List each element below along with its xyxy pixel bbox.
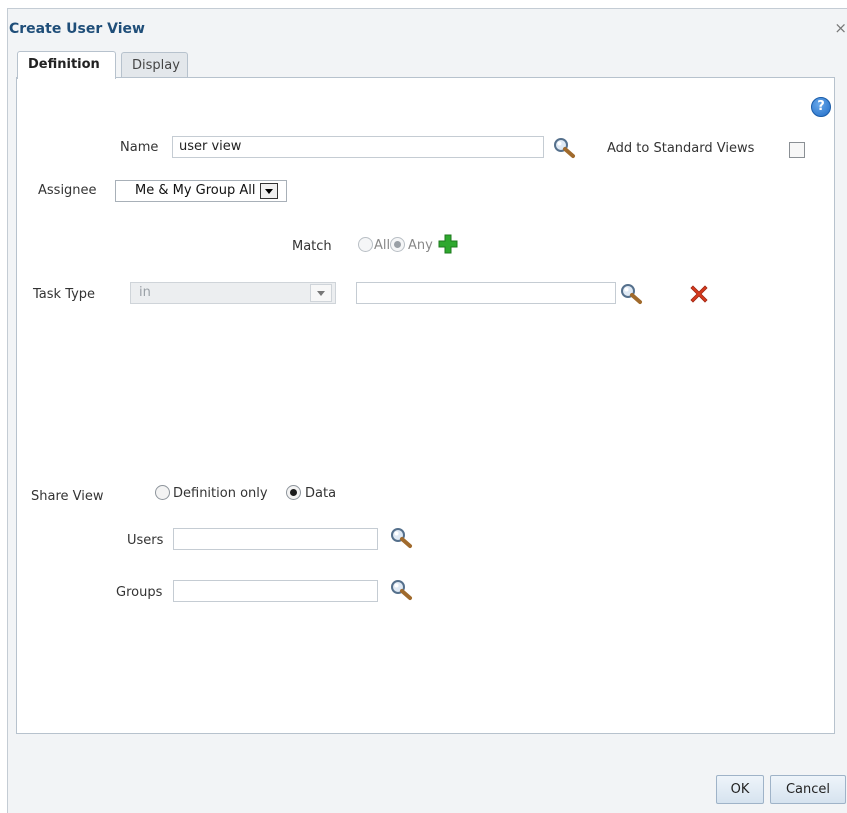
share-definition-only-radio[interactable]: [155, 485, 170, 500]
share-definition-only-label: Definition only: [173, 486, 268, 501]
task-type-label: Task Type: [33, 287, 96, 302]
tab-display-label: Display: [132, 58, 180, 73]
users-input[interactable]: [173, 528, 378, 550]
dialog-title: Create User View: [9, 21, 145, 37]
ok-button[interactable]: OK: [716, 775, 764, 804]
assignee-label: Assignee: [38, 183, 97, 198]
delete-condition-icon[interactable]: [690, 285, 708, 303]
tab-definition[interactable]: Definition: [17, 51, 116, 79]
match-any-radio[interactable]: [390, 237, 405, 252]
search-icon[interactable]: [390, 527, 414, 549]
search-icon[interactable]: [553, 137, 577, 159]
match-all-label: All: [374, 238, 391, 253]
tab-definition-label: Definition: [28, 57, 100, 72]
search-icon[interactable]: [620, 283, 644, 305]
task-type-operator-select[interactable]: in: [130, 282, 336, 304]
match-any-label: Any: [408, 238, 433, 253]
assignee-dropdown-icon[interactable]: [260, 183, 278, 199]
definition-panel: [16, 77, 835, 734]
tab-display[interactable]: Display: [121, 52, 188, 78]
add-to-standard-views-label: Add to Standard Views: [607, 141, 755, 156]
add-condition-icon[interactable]: [438, 234, 458, 254]
name-input[interactable]: user view: [172, 136, 544, 158]
share-data-radio[interactable]: [286, 485, 301, 500]
add-to-standard-views-checkbox[interactable]: [789, 142, 805, 158]
task-type-operator-dropdown-icon[interactable]: [310, 284, 332, 302]
dialog-titlebar: Create User View ×: [8, 9, 847, 49]
help-icon[interactable]: ?: [811, 97, 831, 117]
cancel-button[interactable]: Cancel: [770, 775, 846, 804]
task-type-value-input[interactable]: [356, 282, 616, 304]
share-view-label: Share View: [31, 489, 104, 504]
match-all-radio[interactable]: [358, 237, 373, 252]
search-icon[interactable]: [390, 579, 414, 601]
groups-input[interactable]: [173, 580, 378, 602]
users-label: Users: [127, 533, 164, 548]
close-icon[interactable]: ×: [834, 19, 847, 37]
groups-label: Groups: [116, 585, 163, 600]
share-data-label: Data: [305, 486, 337, 501]
assignee-value: Me & My Group All: [135, 183, 256, 198]
match-label: Match: [292, 239, 332, 254]
task-type-operator-value: in: [139, 285, 151, 300]
name-label: Name: [120, 140, 159, 155]
